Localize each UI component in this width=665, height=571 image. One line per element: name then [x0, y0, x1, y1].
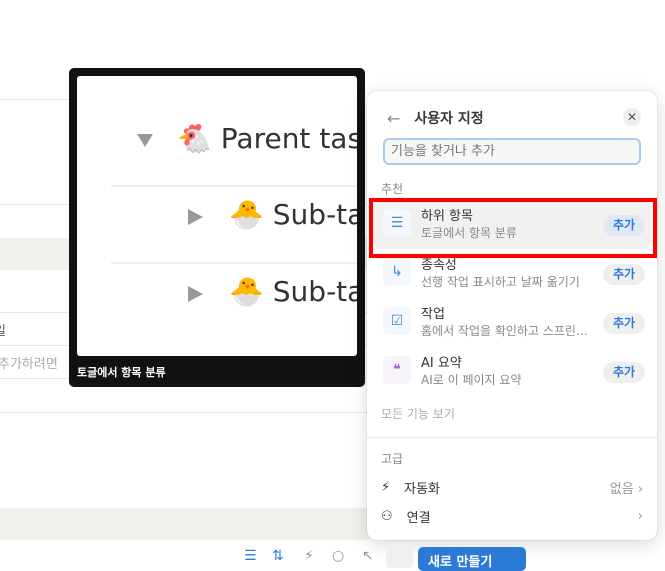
add-hint[interactable]: 추가하려면: [0, 353, 58, 372]
add-button[interactable]: 추가: [603, 313, 645, 334]
toggle-open-icon: [137, 134, 153, 147]
quote-icon: ❝: [383, 356, 411, 384]
add-button[interactable]: 추가: [603, 264, 645, 285]
close-icon: ✕: [626, 110, 638, 124]
lightning-icon[interactable]: ⚡: [304, 548, 314, 564]
highlight-box: [369, 198, 657, 258]
back-arrow-icon[interactable]: ←: [387, 109, 400, 128]
connection-nodes-icon: ⚇: [381, 509, 393, 524]
more-button[interactable]: [386, 548, 413, 568]
preview-image: 🐔 Parent task 🐣 Sub-task 🐣 Sub-task: [77, 76, 357, 356]
suggested-heading: 추천: [381, 182, 404, 196]
feature-preview-tooltip: 🐔 Parent task 🐣 Sub-task 🐣 Sub-task 토글에서…: [69, 68, 365, 387]
date-cell: 일: [0, 320, 6, 339]
search-icon[interactable]: ○: [332, 548, 344, 564]
feature-desc: AI로 이 페이지 요약: [421, 373, 522, 387]
connection-label: 연결: [406, 511, 431, 526]
connection-row[interactable]: ⚇ 연결 ›: [381, 507, 643, 526]
feature-desc: 선행 작업 표시하고 날짜 옮기기: [421, 275, 580, 289]
toggle-closed-icon: [188, 286, 203, 302]
new-button-label: 새로 만들기: [428, 555, 493, 570]
arrow-turn-icon: ↳: [383, 258, 411, 286]
toggle-closed-icon: [188, 209, 203, 225]
add-button[interactable]: 추가: [603, 362, 645, 383]
sort-icon[interactable]: ⇅: [272, 548, 284, 564]
advanced-heading: 고급: [381, 452, 404, 466]
checkbox-icon: ☑: [383, 307, 411, 335]
preview-caption: 토글에서 항목 분류: [77, 366, 166, 379]
lightning-icon: ⚡: [381, 480, 391, 495]
automation-label: 자동화: [404, 482, 441, 497]
parent-task-label: Parent task: [220, 122, 357, 155]
see-all-link[interactable]: 모든 기능 보기: [381, 405, 455, 422]
sub-task-label: Sub-task: [272, 275, 357, 308]
chevron-right-icon: ›: [637, 482, 643, 497]
automation-value: 없음: [609, 482, 634, 497]
feature-item-tasks[interactable]: ☑ 작업 홈에서 작업을 확인하고 스프린트... 추가: [373, 299, 651, 347]
close-button[interactable]: ✕: [623, 108, 641, 126]
automation-row[interactable]: ⚡ 자동화 없음 ›: [381, 478, 643, 497]
hatching-chick-icon: 🐣: [229, 198, 264, 231]
new-button[interactable]: 새로 만들기: [418, 547, 526, 571]
chevron-right-icon: ›: [637, 509, 643, 524]
feature-item-ai-summary[interactable]: ❝ AI 요약 AI로 이 페이지 요약 추가: [373, 348, 651, 396]
filter-icon[interactable]: ☰: [244, 548, 257, 564]
sub-task-label: Sub-task: [272, 198, 357, 231]
expand-icon[interactable]: ↖: [362, 548, 374, 564]
feature-title: 작업: [421, 307, 445, 322]
feature-search-input[interactable]: [383, 138, 641, 165]
customize-panel: ← 사용자 지정 ✕ 추천 ☰ 하위 항목 토글에서 항목 분류 추가 ↳ 종속…: [367, 91, 657, 540]
hatching-chick-icon: 🐣: [229, 275, 264, 308]
feature-desc: 홈에서 작업을 확인하고 스프린트...: [421, 324, 591, 338]
chicken-icon: 🐔: [177, 122, 212, 155]
feature-title: AI 요약: [421, 356, 462, 371]
panel-title: 사용자 지정: [414, 111, 484, 127]
